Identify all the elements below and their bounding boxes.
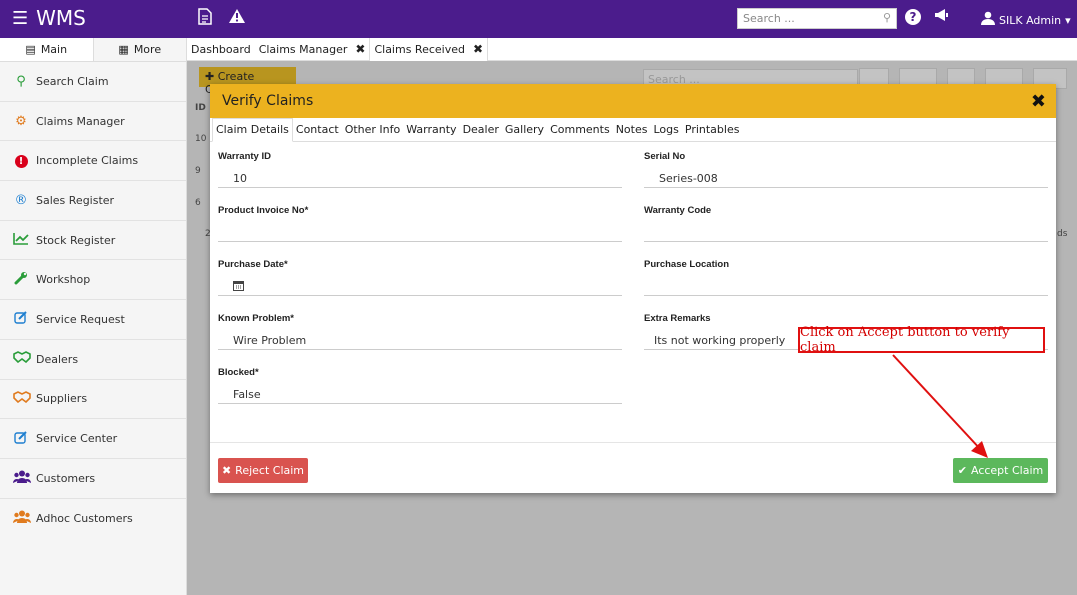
user-icon	[981, 11, 995, 29]
check-icon: ✔	[957, 464, 967, 477]
table-row-id: 10	[195, 134, 207, 144]
user-menu[interactable]: SILK Admin ▾	[981, 11, 1071, 29]
tab-warranty[interactable]: Warranty	[403, 119, 459, 141]
grid-icon: ▦	[118, 43, 129, 56]
purchase-date-field: Purchase Date*	[218, 259, 622, 296]
instruction-callout: Click on Accept button to verify claim	[798, 325, 1045, 355]
document-icon[interactable]	[198, 8, 212, 29]
sidebar-item-stock-register[interactable]: Stock Register	[0, 221, 186, 261]
tab-dashboard[interactable]: Dashboard	[187, 38, 255, 61]
gears-icon: ⚙	[15, 113, 27, 129]
close-icon[interactable]: ✖	[1031, 91, 1046, 112]
reject-claim-button[interactable]: ✖ Reject Claim	[218, 458, 308, 483]
table-row-id: 6	[195, 198, 201, 208]
sidebar-tab-main[interactable]: ▤ Main	[0, 38, 94, 61]
handshake-icon	[13, 351, 31, 367]
purchase-location-field: Purchase Location	[644, 259, 1048, 296]
sidebar-item-service-request[interactable]: Service Request	[0, 300, 186, 340]
known-problem-field: Known Problem* Wire Problem	[218, 313, 622, 350]
sidebar-tabs: ▤ Main ▦ More	[0, 38, 186, 62]
tab-contact[interactable]: Contact	[293, 119, 342, 141]
sidebar-item-workshop[interactable]: Workshop	[0, 260, 186, 301]
tab-claims-manager[interactable]: Claims Manager ✖	[255, 38, 370, 61]
times-icon: ✖	[221, 464, 232, 477]
page-tabbar: Dashboard Claims Manager ✖ Claims Receiv…	[187, 37, 1077, 61]
warranty-id-value[interactable]: 10	[218, 162, 622, 188]
sidebar-item-claims-manager[interactable]: ⚙ Claims Manager	[0, 102, 186, 142]
tab-gallery[interactable]: Gallery	[502, 119, 547, 141]
product-invoice-field: Product Invoice No*	[218, 205, 622, 242]
tab-other-info[interactable]: Other Info	[342, 119, 404, 141]
exclamation-icon: !	[13, 153, 29, 169]
records-fragment: ds	[1057, 229, 1068, 239]
accept-claim-button[interactable]: ✔ Accept Claim	[953, 458, 1048, 483]
users-icon	[13, 470, 31, 487]
verify-claims-modal: Verify Claims ✖ Claim Details Contact Ot…	[210, 84, 1056, 493]
tab-comments[interactable]: Comments	[547, 119, 613, 141]
handshake-icon	[13, 390, 31, 407]
blocked-value[interactable]: False	[218, 378, 622, 404]
hamburger-icon[interactable]: ☰	[12, 8, 28, 29]
close-tab-icon[interactable]: ✖	[355, 42, 365, 56]
warranty-id-field: Warranty ID 10	[218, 151, 622, 188]
line-chart-icon	[13, 232, 29, 249]
sidebar-item-customers[interactable]: Customers	[0, 459, 186, 499]
plus-icon: ✚	[205, 70, 215, 83]
modal-tabs: Claim Details Contact Other Info Warrant…	[210, 118, 1056, 142]
warranty-code-input[interactable]	[644, 216, 1048, 242]
tab-logs[interactable]: Logs	[650, 119, 681, 141]
users-icon	[13, 510, 31, 527]
sidebar-item-suppliers[interactable]: Suppliers	[0, 380, 186, 420]
modal-header: Verify Claims ✖	[210, 84, 1056, 118]
sidebar-item-dealers[interactable]: Dealers	[0, 340, 186, 380]
warning-icon[interactable]	[228, 8, 246, 28]
sidebar-item-service-center[interactable]: Service Center	[0, 419, 186, 459]
purchase-date-input[interactable]	[218, 270, 622, 296]
brand[interactable]: ☰ WMS	[12, 6, 86, 30]
purchase-location-input[interactable]	[644, 270, 1048, 296]
close-tab-icon[interactable]: ✖	[473, 42, 483, 56]
tab-claims-received[interactable]: Claims Received ✖	[369, 37, 489, 61]
brand-title: WMS	[36, 6, 86, 30]
modal-footer-divider	[210, 442, 1056, 443]
megaphone-icon[interactable]	[933, 8, 949, 26]
help-icon[interactable]: ?	[905, 9, 921, 25]
top-navbar: ☰ WMS Search ... ⚲ ? SILK Admin ▾	[0, 0, 1077, 38]
sidebar-item-sales-register[interactable]: ® Sales Register	[0, 181, 186, 221]
registered-icon: ®	[14, 192, 28, 208]
tab-notes[interactable]: Notes	[613, 119, 651, 141]
edit-icon	[13, 430, 29, 448]
product-invoice-input[interactable]	[218, 216, 622, 242]
sidebar: ▤ Main ▦ More ⚲ Search Claim ⚙ Claims Ma…	[0, 38, 187, 595]
serial-no-value[interactable]: Series-008	[644, 162, 1048, 188]
modal-title: Verify Claims	[222, 93, 314, 109]
edit-icon	[13, 310, 29, 328]
sidebar-item-incomplete-claims[interactable]: ! Incomplete Claims	[0, 141, 186, 182]
sidebar-item-adhoc-customers[interactable]: Adhoc Customers	[0, 499, 186, 539]
tab-printables[interactable]: Printables	[682, 119, 743, 141]
caret-down-icon: ▾	[1065, 13, 1071, 27]
user-label: SILK Admin	[999, 13, 1062, 27]
serial-no-field: Serial No Series-008	[644, 151, 1048, 188]
calendar-icon[interactable]	[233, 281, 244, 294]
wrench-icon	[13, 271, 29, 289]
search-icon: ⚲	[16, 73, 26, 89]
blocked-field: Blocked* False	[218, 367, 622, 404]
table-row-id: 9	[195, 166, 201, 176]
sidebar-item-search-claim[interactable]: ⚲ Search Claim	[0, 62, 186, 102]
list-icon: ▤	[25, 43, 36, 56]
sidebar-tab-more[interactable]: ▦ More	[94, 38, 187, 61]
known-problem-value[interactable]: Wire Problem	[218, 324, 622, 350]
top-search-input[interactable]: Search ... ⚲	[737, 8, 897, 29]
tab-dealer[interactable]: Dealer	[460, 119, 502, 141]
id-column-header: ID	[195, 103, 206, 113]
tab-claim-details[interactable]: Claim Details	[212, 118, 293, 142]
warranty-code-field: Warranty Code	[644, 205, 1048, 242]
search-icon[interactable]: ⚲	[883, 11, 891, 24]
